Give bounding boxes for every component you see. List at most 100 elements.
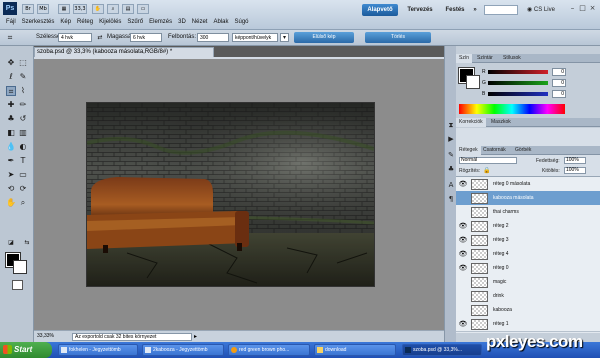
menu-layer[interactable]: Réteg — [77, 19, 93, 25]
lasso-tool-icon[interactable]: ℓ — [6, 72, 16, 82]
marquee-tool-icon[interactable]: ⬚ — [18, 58, 28, 68]
blend-mode-select[interactable]: Normál — [459, 157, 517, 164]
layer-row[interactable]: 👁 réteg 3 — [456, 233, 600, 248]
visibility-eye-icon[interactable]: 👁 — [458, 179, 468, 189]
path-selection-tool-icon[interactable]: ➤ — [6, 170, 16, 180]
layer-row[interactable]: drink — [456, 289, 600, 304]
workspace-more-button[interactable]: » — [470, 4, 480, 16]
eraser-tool-icon[interactable]: ◧ — [6, 128, 16, 138]
pen-tool-icon[interactable]: ✒ — [6, 156, 16, 166]
actions-panel-icon[interactable]: ▶ — [446, 134, 456, 144]
task-download-folder[interactable]: download — [314, 344, 396, 356]
document-canvas[interactable] — [87, 103, 374, 286]
type-tool-icon[interactable]: T — [18, 156, 28, 166]
blue-slider[interactable] — [488, 92, 548, 96]
shape-tool-icon[interactable]: ▭ — [18, 170, 28, 180]
gradient-tool-icon[interactable]: ▥ — [18, 128, 28, 138]
layer-row[interactable]: thai charms — [456, 205, 600, 220]
visibility-eye-icon[interactable] — [458, 305, 468, 315]
chevron-down-icon[interactable]: ▾ — [280, 33, 289, 42]
fill-field[interactable]: 100% — [564, 167, 586, 174]
task-photoshop[interactable]: szoba.psd @ 33,3%... — [402, 344, 482, 356]
cs-live-button[interactable]: ◉ CS Live — [527, 6, 555, 13]
tab-swatches[interactable]: Színtár — [474, 54, 496, 63]
history-panel-icon[interactable]: ⧗ — [446, 120, 456, 130]
menu-image[interactable]: Kép — [60, 19, 71, 25]
task-browser[interactable]: red green brown pho... — [228, 344, 310, 356]
color-panel-background-swatch[interactable] — [466, 75, 480, 89]
character-panel-icon[interactable]: A — [446, 180, 456, 190]
front-image-button[interactable]: Elülső kép — [294, 32, 354, 43]
3d-camera-tool-icon[interactable]: ⟳ — [18, 184, 28, 194]
menu-window[interactable]: Ablak — [213, 19, 228, 25]
status-menu-arrow-icon[interactable]: ▸ — [194, 333, 197, 340]
blue-value-field[interactable]: 0 — [552, 90, 566, 98]
brush-tool-icon[interactable]: ✏ — [18, 100, 28, 110]
history-brush-tool-icon[interactable]: ↺ — [18, 114, 28, 124]
tab-adjustments[interactable]: Korrekciók — [456, 118, 486, 127]
height-field[interactable]: 6 hvk — [130, 33, 162, 42]
color-spectrum-bar[interactable] — [459, 104, 565, 114]
blur-tool-icon[interactable]: 💧 — [6, 142, 16, 152]
visibility-eye-icon[interactable] — [458, 277, 468, 287]
quick-selection-tool-icon[interactable]: ✎ — [18, 72, 28, 82]
quick-mask-icon[interactable] — [12, 280, 23, 290]
menu-analysis[interactable]: Elemzés — [149, 19, 172, 25]
tab-layers[interactable]: Rétegek — [456, 146, 481, 155]
zoom-tool-icon[interactable]: ⌕ — [107, 4, 119, 14]
menu-edit[interactable]: Szerkesztés — [22, 19, 55, 25]
paragraph-panel-icon[interactable]: ¶ — [446, 194, 456, 204]
zoom-level[interactable]: 33,33% — [37, 333, 54, 339]
lock-icon[interactable]: 🔒 — [483, 167, 490, 174]
swap-dimensions-icon[interactable]: ⇄ — [95, 33, 105, 43]
layer-row[interactable]: 👁 réteg 0 másolata — [456, 177, 600, 192]
menu-filter[interactable]: Szűrő — [127, 19, 143, 25]
bridge-icon[interactable]: Br — [22, 4, 34, 14]
opacity-field[interactable]: 100% — [564, 157, 586, 164]
crop-tool-icon[interactable]: ⌗ — [6, 86, 16, 96]
eyedropper-tool-icon[interactable]: ⌇ — [18, 86, 28, 96]
menu-help[interactable]: Súgó — [235, 19, 249, 25]
maximize-icon[interactable]: □ — [579, 5, 586, 12]
task-notepad-1[interactable]: fokhelen - Jegyzettömb — [58, 344, 138, 356]
document-tab[interactable]: szoba.psd @ 33,3% (kabooza másolata,RGB/… — [34, 47, 214, 57]
view-extras-icon[interactable]: ▦ — [58, 4, 70, 14]
layer-row[interactable]: 👁 réteg 0 — [456, 261, 600, 276]
layer-row[interactable]: magic — [456, 275, 600, 290]
menu-select[interactable]: Kijelölés — [99, 19, 121, 25]
close-icon[interactable]: × — [589, 5, 596, 12]
workspace-painting-button[interactable]: Festés — [440, 4, 470, 16]
healing-brush-tool-icon[interactable]: ✚ — [6, 100, 16, 110]
menu-3d[interactable]: 3D — [178, 19, 186, 25]
3d-rotate-tool-icon[interactable]: ⟲ — [6, 184, 16, 194]
layer-row[interactable]: 👁 réteg 1 — [456, 317, 600, 332]
resolution-unit-select[interactable]: képpont/hüvelyk — [232, 33, 278, 42]
tab-paths[interactable]: Görbék — [512, 146, 534, 155]
tab-channels[interactable]: Csatornák — [480, 146, 509, 155]
clone-source-icon[interactable]: ♣ — [446, 164, 456, 174]
screen-mode-icon[interactable]: ▭ — [137, 4, 149, 14]
green-slider[interactable] — [488, 81, 548, 85]
tab-styles[interactable]: Stílusok — [500, 54, 524, 63]
minimize-icon[interactable]: – — [569, 5, 576, 12]
red-slider[interactable] — [488, 70, 548, 74]
start-button[interactable]: Start — [0, 342, 52, 358]
menu-file[interactable]: Fájl — [6, 19, 16, 25]
visibility-eye-icon[interactable]: 👁 — [458, 221, 468, 231]
default-colors-icon[interactable]: ◪ — [6, 238, 16, 248]
swap-colors-icon[interactable]: ⇆ — [22, 238, 32, 248]
zoom-level-field[interactable]: 33,3 — [73, 4, 87, 14]
layer-row[interactable]: kabooza másolata — [456, 191, 600, 206]
visibility-eye-icon[interactable]: 👁 — [458, 263, 468, 273]
move-tool-icon[interactable]: ✥ — [6, 58, 16, 68]
red-value-field[interactable]: 0 — [552, 68, 566, 76]
zoom-tool-icon[interactable]: ⌕ — [18, 198, 28, 208]
menu-view[interactable]: Nézet — [192, 19, 208, 25]
visibility-eye-icon[interactable]: 👁 — [458, 319, 468, 329]
task-notepad-2[interactable]: 2kabooza - Jegyzettömb — [142, 344, 224, 356]
workspace-essentials-button[interactable]: Alapvető — [362, 4, 398, 16]
layer-row[interactable]: 👁 réteg 4 — [456, 247, 600, 262]
arrange-documents-icon[interactable]: ▤ — [122, 4, 134, 14]
visibility-eye-icon[interactable] — [458, 207, 468, 217]
visibility-eye-icon[interactable] — [458, 291, 468, 301]
